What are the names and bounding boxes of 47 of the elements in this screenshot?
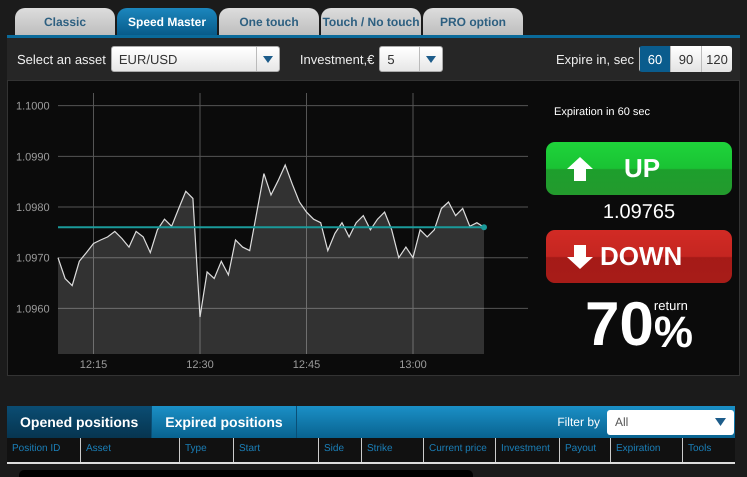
tab[interactable]: Touch / No touch	[321, 8, 421, 35]
tab[interactable]: Speed Master	[117, 8, 217, 35]
asset-dropdown[interactable]: EUR/USD	[110, 46, 280, 72]
caret-icon	[262, 56, 273, 62]
column-header: Position ID	[7, 438, 81, 462]
column-header: Type	[180, 438, 234, 462]
field-label: Expire in, sec	[556, 52, 634, 66]
axis-label: 13:00	[399, 359, 427, 371]
axis-label: 1.1000	[16, 100, 50, 113]
tab[interactable]: One touch	[219, 8, 319, 35]
axis-label: 12:30	[186, 359, 214, 371]
expiry-option[interactable]: 90	[670, 46, 701, 72]
column-header: Side	[319, 438, 362, 462]
down-button[interactable]: DOWN	[546, 230, 732, 283]
down-arrow-icon	[566, 244, 594, 270]
axis-label: 1.0970	[16, 252, 50, 265]
column-header: Strike	[362, 438, 424, 462]
percent-sign: %	[654, 313, 694, 353]
column-header: Investment	[496, 438, 560, 462]
column-header: Current price	[424, 438, 496, 462]
payout-value: 70	[584, 297, 654, 353]
axis-label: 1.0990	[16, 151, 50, 164]
current-price: 1.09765	[602, 200, 676, 225]
column-header: Start	[234, 438, 319, 462]
tab[interactable]: PRO option	[423, 8, 523, 35]
axis-label: 1.0960	[16, 303, 50, 316]
column-header: Payout	[560, 438, 611, 462]
expiry-option[interactable]: 60	[639, 46, 670, 72]
field-label: Investment,€	[300, 52, 374, 66]
return-label: return	[654, 299, 689, 313]
axis-label: 12:45	[292, 359, 320, 371]
expiration-text: Expiration in 60 sec	[554, 106, 650, 118]
up-arrow-icon	[566, 156, 594, 182]
column-header: Asset	[81, 438, 180, 462]
column-header: Expiration	[611, 438, 683, 462]
investment-dropdown[interactable]: 5	[379, 46, 444, 72]
expiry-option[interactable]: 120	[701, 46, 732, 72]
filter-dropdown[interactable]: All	[607, 410, 734, 434]
positions-tab[interactable]: Opened positions	[7, 406, 152, 438]
column-header: Tools	[687, 442, 712, 456]
tab[interactable]: Classic	[15, 8, 115, 35]
axis-label: 12:15	[80, 359, 108, 371]
filter-label: Filter by	[557, 415, 600, 429]
axis-label: 1.0980	[16, 202, 50, 214]
field-label: Select an asset	[17, 52, 106, 66]
caret-icon	[426, 56, 436, 62]
caret-icon	[715, 418, 726, 426]
